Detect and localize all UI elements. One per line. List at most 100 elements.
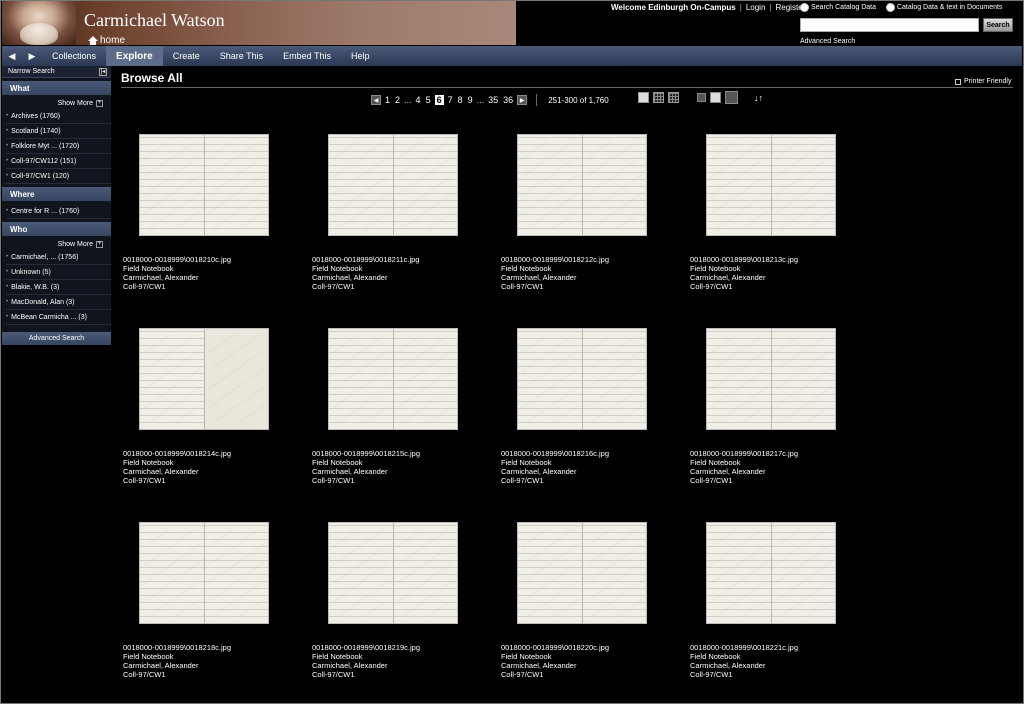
notebook-thumbnail[interactable] — [139, 522, 269, 624]
facet-item[interactable]: Carmichael, ... (1756) — [6, 250, 111, 265]
result-type: Field Notebook — [690, 264, 741, 273]
notebook-thumbnail[interactable] — [328, 522, 458, 624]
title-divider — [121, 87, 1013, 88]
small-grid-view-icon[interactable] — [668, 92, 679, 103]
radio-icon — [800, 3, 809, 12]
result-filename[interactable]: 0018000-0018999\0018220c.jpg — [501, 643, 609, 652]
notebook-thumbnail[interactable] — [517, 134, 647, 236]
notebook-thumbnail[interactable] — [328, 328, 458, 430]
facet-where-list: Centre for R ... (1760) — [2, 201, 111, 219]
facet-item[interactable]: Folklore Myt ... (1720) — [6, 139, 111, 154]
medium-grid-view-icon[interactable] — [653, 92, 664, 103]
prev-page-icon[interactable]: ◀ — [371, 95, 381, 105]
nav-collections[interactable]: Collections — [42, 46, 106, 66]
page-link[interactable]: 36 — [502, 95, 514, 105]
notebook-page-right — [771, 329, 835, 429]
facet-item[interactable]: Centre for R ... (1760) — [6, 204, 111, 219]
result-filename[interactable]: 0018000-0018999\0018218c.jpg — [123, 643, 231, 652]
result-filename[interactable]: 0018000-0018999\0018215c.jpg — [312, 449, 420, 458]
large-grid-view-icon[interactable] — [638, 92, 649, 103]
facet-item[interactable]: Scotland (1740) — [6, 124, 111, 139]
page-link[interactable]: 9 — [467, 95, 474, 105]
expand-icon: + — [96, 241, 103, 248]
page-link[interactable]: 5 — [425, 95, 432, 105]
page-link[interactable]: 7 — [447, 95, 454, 105]
notebook-thumbnail[interactable] — [517, 522, 647, 624]
notebook-thumbnail[interactable] — [139, 328, 269, 430]
notebook-thumbnail[interactable] — [139, 134, 269, 236]
result-type: Field Notebook — [312, 458, 363, 467]
back-arrow-icon[interactable]: ◀ — [2, 46, 22, 66]
result-filename[interactable]: 0018000-0018999\0018219c.jpg — [312, 643, 420, 652]
collapse-icon[interactable]: |◂ — [99, 67, 107, 76]
facet-item[interactable]: Coll-97/CW1 (120) — [6, 169, 111, 184]
result-filename[interactable]: 0018000-0018999\0018217c.jpg — [690, 449, 798, 458]
who-show-more[interactable]: Show More + — [2, 236, 111, 250]
next-page-icon[interactable]: ▶ — [517, 95, 528, 105]
page-link[interactable]: 4 — [415, 95, 422, 105]
result-creator: Carmichael, Alexander — [501, 661, 577, 670]
nav-create[interactable]: Create — [163, 46, 210, 66]
page-link[interactable]: 1 — [384, 95, 391, 105]
result-collection: Coll-97/CW1 — [312, 282, 355, 291]
page-link[interactable]: 35 — [487, 95, 499, 105]
what-show-more[interactable]: Show More + — [2, 95, 111, 109]
notebook-page-right — [582, 329, 646, 429]
result-collection: Coll-97/CW1 — [123, 476, 166, 485]
nav-help[interactable]: Help — [341, 46, 380, 66]
notebook-page-left — [140, 135, 205, 235]
sidebar-advanced-search-button[interactable]: Advanced Search — [2, 332, 111, 345]
facet-what-header: What — [2, 81, 111, 95]
result-collection: Coll-97/CW1 — [123, 670, 166, 679]
view-controls: ↓↑ — [638, 91, 764, 104]
notebook-page-right — [393, 135, 457, 235]
result-type: Field Notebook — [501, 264, 552, 273]
nav-share-this[interactable]: Share This — [210, 46, 273, 66]
thumb-small-icon[interactable] — [697, 93, 706, 102]
advanced-search-link[interactable]: Advanced Search — [800, 38, 855, 45]
notebook-thumbnail[interactable] — [706, 134, 836, 236]
facet-item[interactable]: MacDonald, Alan (3) — [6, 295, 111, 310]
result-filename[interactable]: 0018000-0018999\0018213c.jpg — [690, 255, 798, 264]
facet-item[interactable]: Archives (1760) — [6, 109, 111, 124]
login-link[interactable]: Login — [746, 3, 766, 12]
result-filename[interactable]: 0018000-0018999\0018214c.jpg — [123, 449, 231, 458]
notebook-thumbnail[interactable] — [328, 134, 458, 236]
result-filename[interactable]: 0018000-0018999\0018221c.jpg — [690, 643, 798, 652]
facet-item[interactable]: Coll-97/CW112 (151) — [6, 154, 111, 169]
forward-arrow-icon[interactable]: ▶ — [22, 46, 42, 66]
notebook-page-left — [329, 523, 394, 623]
facet-item[interactable]: Unknown (5) — [6, 265, 111, 280]
search-input[interactable] — [800, 18, 979, 32]
notebook-thumbnail[interactable] — [706, 328, 836, 430]
nav-embed-this[interactable]: Embed This — [273, 46, 341, 66]
notebook-page-left — [707, 329, 772, 429]
result-metadata: 0018000-0018999\0018214c.jpg Field Notebo… — [123, 449, 231, 485]
page-link[interactable]: 2 — [394, 95, 401, 105]
notebook-thumbnail[interactable] — [517, 328, 647, 430]
search-catalog-radio[interactable]: Search Catalog Data — [800, 3, 876, 12]
narrow-search-header: Narrow Search |◂ — [2, 66, 111, 78]
home-label: home — [100, 35, 126, 45]
printer-friendly-link[interactable]: Printer Friendly — [955, 78, 1011, 85]
result-filename[interactable]: 0018000-0018999\0018211c.jpg — [312, 255, 419, 264]
search-options: Search Catalog Data Catalog Data & text … — [800, 3, 1002, 12]
result-metadata: 0018000-0018999\0018217c.jpg Field Notebo… — [690, 449, 798, 485]
thumb-medium-icon[interactable] — [710, 92, 721, 103]
notebook-page-left — [707, 523, 772, 623]
result-filename[interactable]: 0018000-0018999\0018210c.jpg — [123, 255, 231, 264]
result-filename[interactable]: 0018000-0018999\0018216c.jpg — [501, 449, 609, 458]
search-button[interactable]: Search — [983, 18, 1013, 32]
result-filename[interactable]: 0018000-0018999\0018212c.jpg — [501, 255, 609, 264]
facet-item[interactable]: McBean Carmicha ... (3) — [6, 310, 111, 325]
page-link[interactable]: 6 — [434, 95, 444, 105]
facet-item[interactable]: Blakie, W.B. (3) — [6, 280, 111, 295]
home-link[interactable]: home — [88, 35, 125, 45]
sort-icon[interactable]: ↓↑ — [754, 92, 764, 104]
notebook-page-right — [393, 523, 457, 623]
search-documents-radio[interactable]: Catalog Data & text in Documents — [885, 3, 1002, 12]
nav-explore[interactable]: Explore — [106, 46, 163, 66]
thumb-large-icon[interactable] — [725, 91, 738, 104]
notebook-thumbnail[interactable] — [706, 522, 836, 624]
page-link[interactable]: 8 — [457, 95, 464, 105]
